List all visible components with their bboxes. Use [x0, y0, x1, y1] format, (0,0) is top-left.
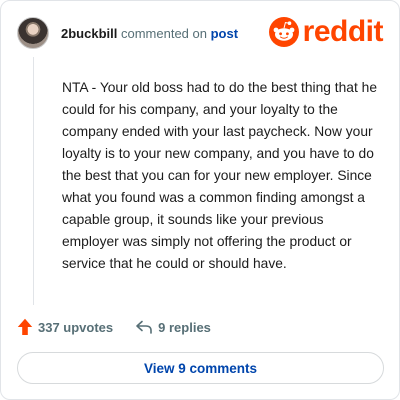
snoo-icon: [268, 17, 299, 47]
avatar[interactable]: [17, 17, 49, 49]
comment-actions: 337 upvotes 9 replies: [17, 317, 211, 337]
replies-count: 9 replies: [158, 319, 211, 335]
reply-icon: [136, 320, 152, 334]
username-link[interactable]: 2buckbill: [61, 26, 117, 41]
upvote-count: 337 upvotes: [38, 319, 114, 335]
thread-line: [33, 57, 34, 305]
commented-on-label: commented on: [120, 25, 207, 41]
view-comments-button[interactable]: View 9 comments: [17, 352, 384, 384]
comment-header: 2buckbill commented on post: [17, 17, 238, 49]
post-link[interactable]: post: [211, 26, 238, 41]
upvote-arrow-icon[interactable]: [17, 318, 33, 336]
replies-button[interactable]: 9 replies: [135, 320, 211, 335]
comment-meta: 2buckbill commented on post: [61, 26, 238, 41]
comment-body: NTA - Your old boss had to do the best t…: [62, 80, 377, 271]
reddit-wordmark: reddit: [302, 15, 384, 48]
comment-card: 2buckbill commented on post reddit NTA -…: [0, 0, 400, 400]
reddit-logo: reddit: [268, 15, 384, 49]
